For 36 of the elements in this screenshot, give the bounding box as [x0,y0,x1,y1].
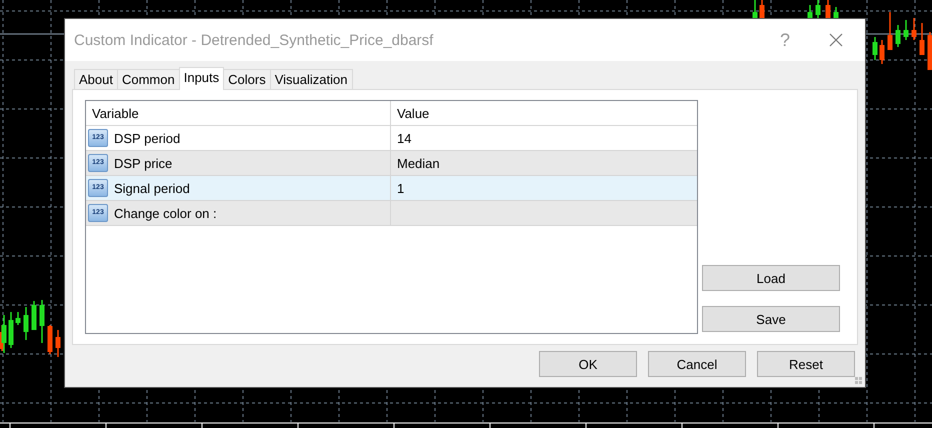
candle [872,37,878,60]
variable-name: Change color on : [114,206,217,220]
candle [8,312,14,348]
candle [816,0,820,20]
tab[interactable]: Inputs [178,67,224,90]
candle [48,325,52,354]
candle [56,330,60,357]
candle [24,307,28,340]
candle [928,32,932,70]
variable-value[interactable]: 1 [397,180,404,196]
variable-value[interactable]: Median [397,156,440,170]
column-header[interactable]: Variable [86,101,391,125]
variable-value[interactable]: 14 [397,130,412,146]
window-title: Custom Indicator - Detrended_Synthetic_Price_dbarsf [74,32,434,48]
button[interactable]: Cancel [648,351,746,377]
tab[interactable]: Visualization [270,69,352,89]
button[interactable]: Save [702,306,840,332]
candle [880,40,884,64]
candle [16,312,20,325]
button[interactable]: Reset [757,351,855,377]
candle [32,301,36,330]
tab[interactable]: About [74,69,118,89]
resize-grip-icon[interactable] [855,377,863,385]
candle [888,12,892,50]
variable-name: DSP period [114,130,180,146]
candle [912,18,916,40]
button[interactable]: Load [702,265,840,291]
close-button[interactable] [828,32,844,48]
candle [40,300,44,343]
candle [896,25,900,47]
button[interactable]: OK [539,351,637,377]
variable-name: DSP price [114,156,172,170]
candle [920,23,924,55]
column-header[interactable]: Value [391,101,697,125]
variable-name: Signal period [114,180,190,196]
candle [904,20,908,40]
